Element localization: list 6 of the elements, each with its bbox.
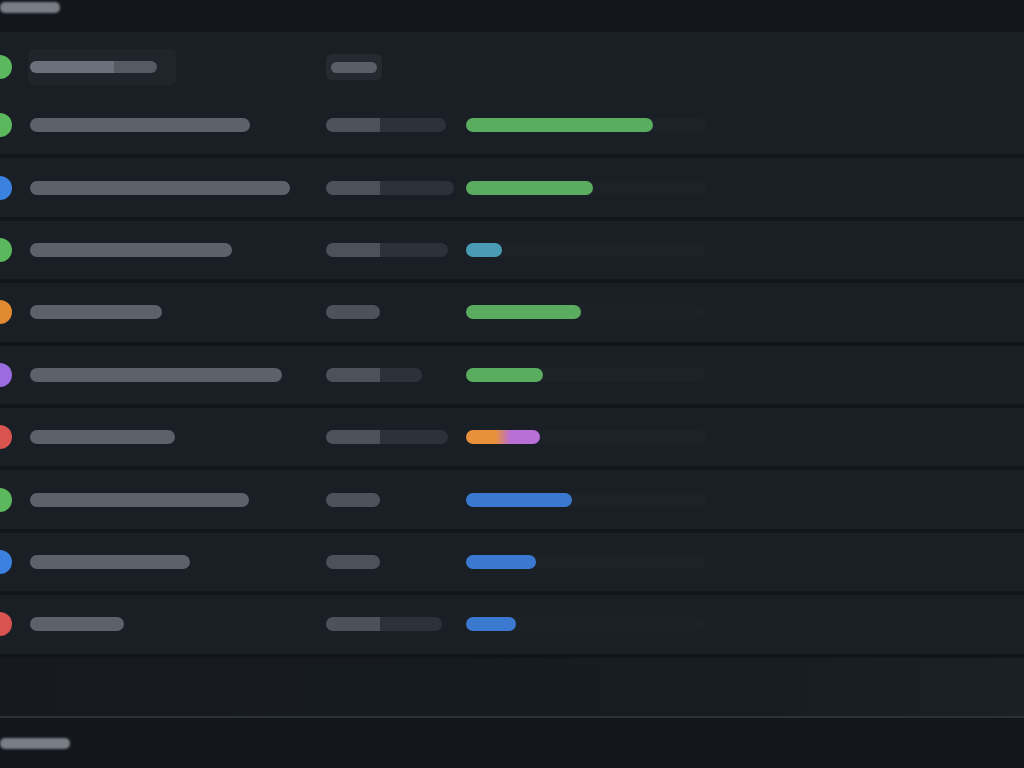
skeleton-bar bbox=[326, 492, 380, 507]
blurred-title bbox=[0, 2, 60, 13]
skeleton-bar bbox=[331, 61, 377, 73]
blurred-footer-text bbox=[0, 737, 70, 749]
skeleton-bar bbox=[326, 305, 380, 320]
skeleton-bar bbox=[326, 554, 380, 569]
